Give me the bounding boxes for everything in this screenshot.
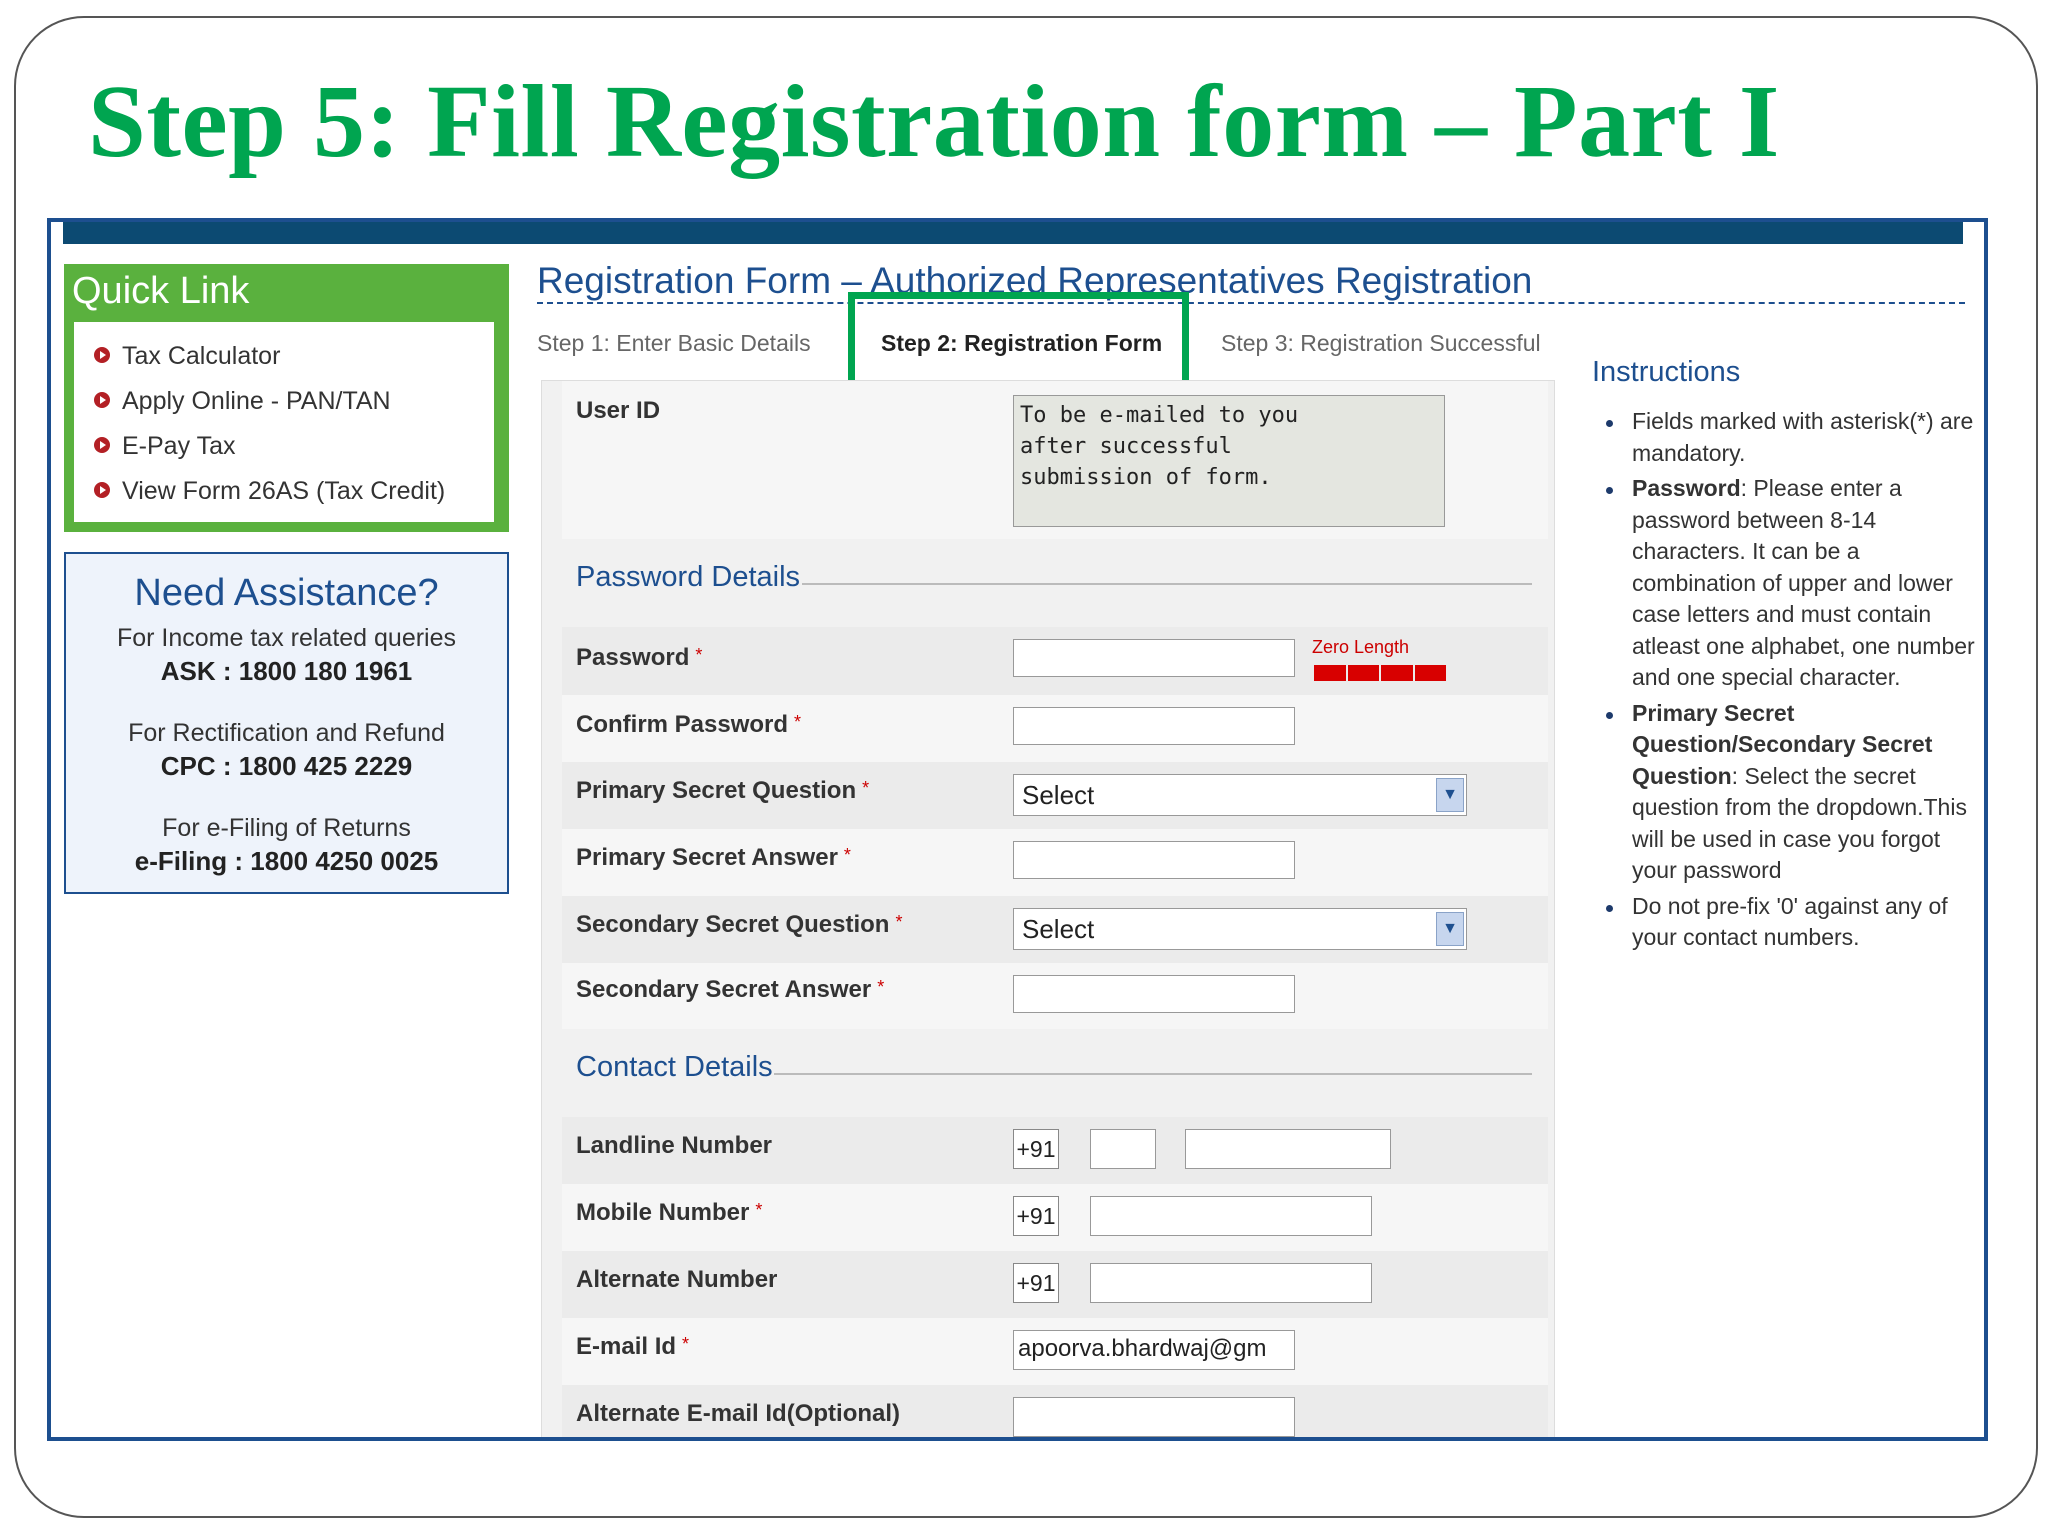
highlight-box (848, 292, 1189, 387)
secondary-question-select[interactable]: Select ▼ (1013, 908, 1467, 950)
arrow-bullet-icon (94, 437, 110, 453)
email-input[interactable]: apoorva.bhardwaj@gm (1013, 1330, 1295, 1370)
email-row: E-mail Id * apoorva.bhardwaj@gm (562, 1318, 1548, 1386)
primary-question-select[interactable]: Select ▼ (1013, 774, 1467, 816)
secondary-answer-row: Secondary Secret Answer * (562, 963, 1548, 1030)
assistance-text: For Rectification and Refund (128, 719, 445, 747)
alternate-number-input[interactable] (1090, 1263, 1372, 1303)
primary-answer-label: Primary Secret Answer * (576, 844, 851, 871)
alternate-country-code: +91 (1013, 1263, 1059, 1303)
chevron-down-icon[interactable]: ▼ (1436, 778, 1464, 812)
site-top-bar (63, 222, 1963, 244)
assistance-number: ASK : 1800 180 1961 (160, 656, 413, 686)
mobile-label: Mobile Number * (576, 1199, 763, 1226)
landline-row: Landline Number +91 (562, 1117, 1548, 1185)
quick-link-tax-calculator[interactable]: Tax Calculator (94, 342, 280, 371)
quick-link-apply-online[interactable]: Apply Online - PAN/TAN (94, 387, 391, 416)
assistance-text: For e-Filing of Returns (162, 814, 411, 842)
email-label: E-mail Id * (576, 1333, 690, 1360)
mobile-number-input[interactable] (1090, 1196, 1372, 1236)
secondary-answer-input[interactable] (1013, 975, 1295, 1013)
alternate-number-row: Alternate Number +91 (562, 1251, 1548, 1319)
assistance-panel: Need Assistance? For Income tax related … (64, 552, 509, 894)
secondary-question-label: Secondary Secret Question * (576, 911, 903, 938)
password-section-row: Password Details (562, 539, 1548, 628)
confirm-password-input[interactable] (1013, 707, 1295, 745)
arrow-bullet-icon (94, 392, 110, 408)
section-divider (774, 1073, 1532, 1075)
landline-country-code: +91 (1013, 1129, 1059, 1169)
chevron-down-icon[interactable]: ▼ (1436, 912, 1464, 946)
alternate-email-row: Alternate E-mail Id(Optional) (562, 1385, 1548, 1437)
step-3-tab: Step 3: Registration Successful (1221, 330, 1541, 356)
registration-form: User ID To be e-mailed to you after succ… (541, 380, 1555, 1437)
section-divider (802, 583, 1532, 585)
primary-answer-row: Primary Secret Answer * (562, 829, 1548, 897)
instruction-item: Primary Secret Question/Secondary Secret… (1596, 698, 1976, 887)
password-strength-meter (1314, 665, 1446, 681)
user-id-field: To be e-mailed to you after successful s… (1013, 395, 1445, 527)
slide-title: Step 5: Fill Registration form – Part I (88, 64, 1780, 179)
password-section-title: Password Details (576, 561, 801, 593)
quick-link-title: Quick Link (72, 270, 250, 312)
arrow-bullet-icon (94, 347, 110, 363)
quick-link-panel: Quick Link Tax Calculator Apply Online -… (64, 264, 509, 532)
alternate-email-input[interactable] (1013, 1397, 1295, 1437)
landline-number-input[interactable] (1185, 1129, 1391, 1169)
landline-std-input[interactable] (1090, 1129, 1156, 1169)
quick-link-list: Tax Calculator Apply Online - PAN/TAN E-… (74, 322, 494, 522)
user-id-label: User ID (576, 397, 661, 424)
instruction-item: Password: Please enter a password betwee… (1596, 473, 1976, 694)
alternate-email-label: Alternate E-mail Id(Optional) (576, 1400, 901, 1427)
quick-link-epay-tax[interactable]: E-Pay Tax (94, 432, 235, 461)
primary-question-row: Primary Secret Question * Select ▼ (562, 762, 1548, 830)
screenshot-frame: Quick Link Tax Calculator Apply Online -… (47, 218, 1988, 1441)
heading-divider (537, 302, 1965, 304)
confirm-password-label: Confirm Password * (576, 711, 802, 738)
password-input[interactable] (1013, 639, 1295, 677)
confirm-password-row: Confirm Password * (562, 695, 1548, 763)
contact-section-row: Contact Details (562, 1029, 1548, 1118)
instruction-item: Fields marked with asterisk(*) are manda… (1596, 406, 1976, 469)
contact-section-title: Contact Details (576, 1051, 773, 1083)
assistance-number: CPC : 1800 425 2229 (160, 751, 413, 781)
primary-question-label: Primary Secret Question * (576, 777, 870, 804)
step-1-tab: Step 1: Enter Basic Details (537, 330, 811, 356)
primary-answer-input[interactable] (1013, 841, 1295, 879)
assistance-title: Need Assistance? (134, 572, 439, 614)
password-strength-text: Zero Length (1312, 637, 1410, 657)
instructions-list: Fields marked with asterisk(*) are manda… (1596, 406, 1976, 958)
mobile-country-code: +91 (1013, 1196, 1059, 1236)
secondary-answer-label: Secondary Secret Answer * (576, 976, 885, 1003)
secondary-question-row: Secondary Secret Question * Select ▼ (562, 896, 1548, 964)
password-row: Password * Zero Length (562, 627, 1548, 696)
instructions-title: Instructions (1592, 356, 1741, 388)
alternate-number-label: Alternate Number (576, 1266, 778, 1293)
user-id-row: User ID To be e-mailed to you after succ… (562, 381, 1548, 540)
assistance-number: e-Filing : 1800 4250 0025 (134, 846, 439, 876)
mobile-row: Mobile Number * +91 (562, 1184, 1548, 1252)
assistance-text: For Income tax related queries (116, 624, 457, 652)
quick-link-form-26as[interactable]: View Form 26AS (Tax Credit) (94, 477, 445, 506)
password-label: Password * (576, 644, 703, 671)
landline-label: Landline Number (576, 1132, 773, 1159)
instruction-item: Do not pre-fix '0' against any of your c… (1596, 891, 1976, 954)
arrow-bullet-icon (94, 482, 110, 498)
